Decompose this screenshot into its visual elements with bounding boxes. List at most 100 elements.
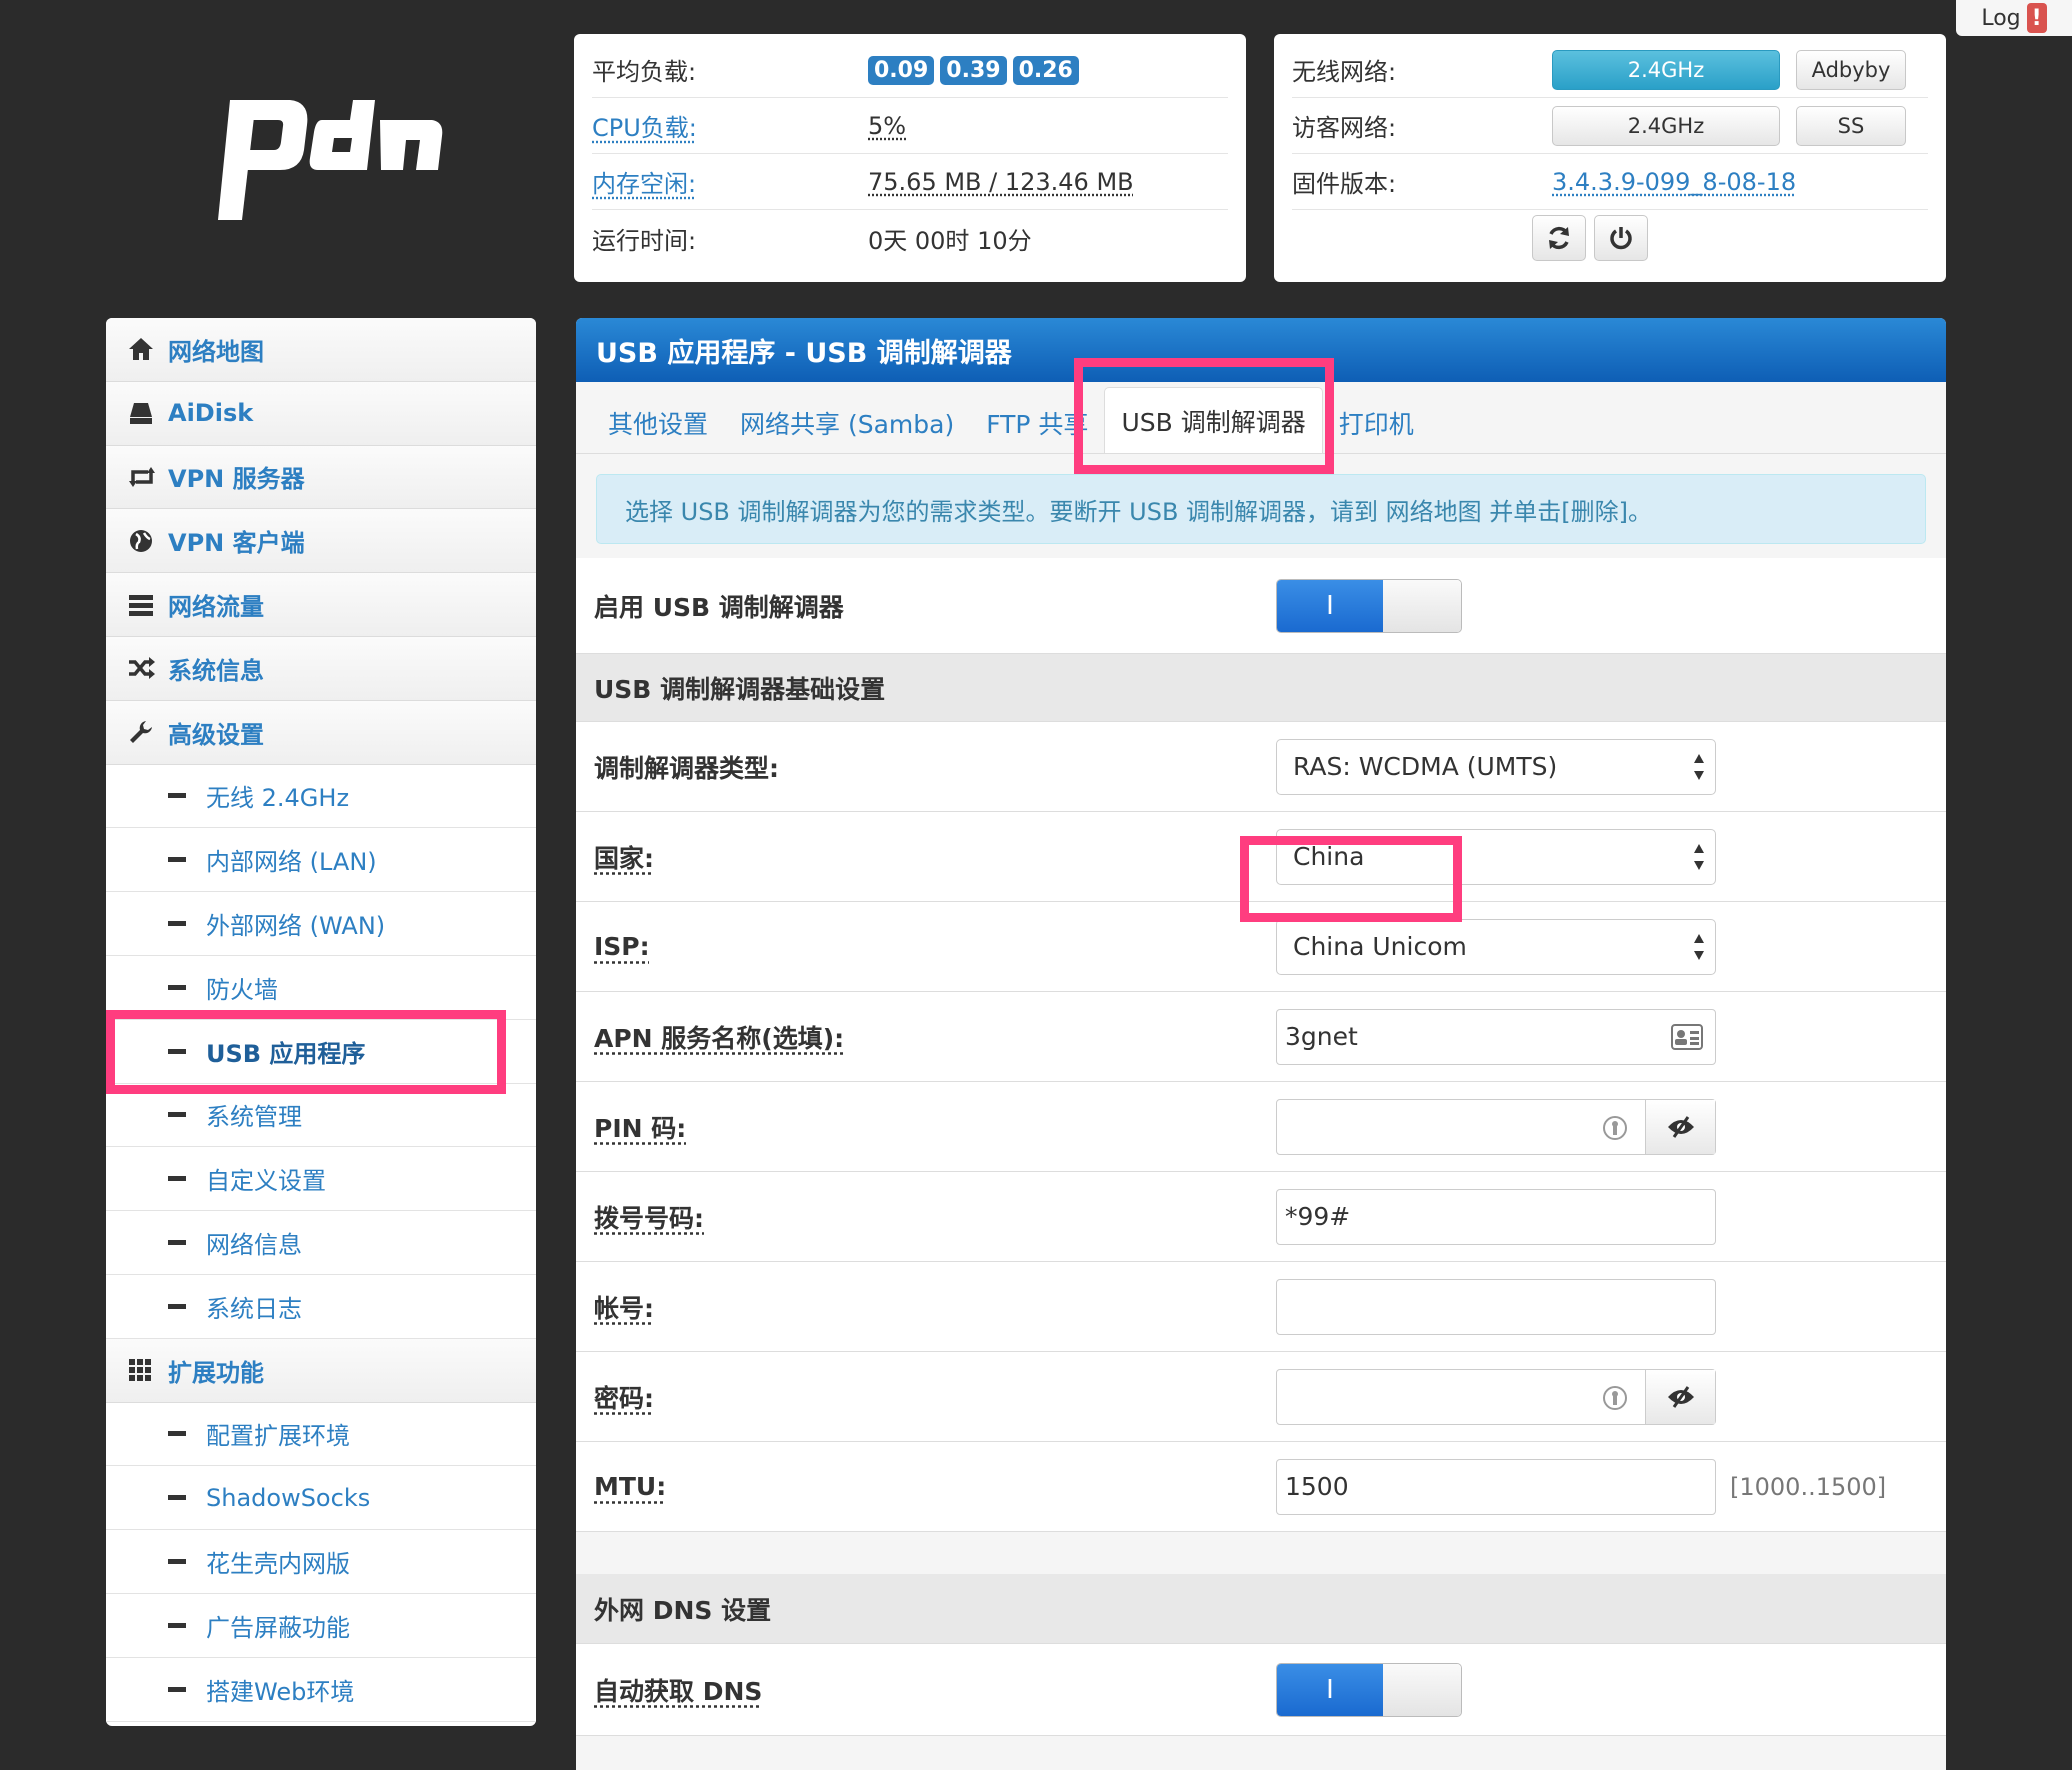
keychain-icon bbox=[1603, 1115, 1627, 1140]
sidebar-item-ext-env[interactable]: 配置扩展环境 bbox=[106, 1402, 536, 1467]
isp-row: ISP: China Unicom bbox=[576, 902, 1946, 992]
sidebar-item-traffic[interactable]: 网络流量 bbox=[106, 573, 536, 637]
refresh-icon bbox=[1549, 226, 1569, 250]
tasks-icon bbox=[129, 594, 153, 616]
account-input[interactable] bbox=[1276, 1278, 1716, 1335]
sidebar-item-label: 防火墙 bbox=[206, 975, 278, 1004]
eye-slash-icon bbox=[1667, 1115, 1694, 1138]
dial-row: 拨号号码: *99# bbox=[576, 1172, 1946, 1262]
auto-dns-toggle[interactable]: I bbox=[1276, 1662, 1462, 1717]
password-input[interactable] bbox=[1276, 1368, 1716, 1425]
tab-other-settings[interactable]: 其他设置 bbox=[592, 393, 724, 453]
tab-ftp[interactable]: FTP 共享 bbox=[970, 393, 1104, 453]
info-alert: 选择 USB 调制解调器为您的需求类型。要断开 USB 调制解调器，请到 网络地… bbox=[596, 474, 1926, 544]
ss-button[interactable]: SS bbox=[1796, 105, 1906, 146]
apn-value: 3gnet bbox=[1285, 1022, 1358, 1051]
tab-samba[interactable]: 网络共享 (Samba) bbox=[724, 393, 970, 453]
contact-card-icon bbox=[1671, 1023, 1703, 1050]
select-arrows-icon bbox=[1694, 933, 1704, 960]
country-select[interactable]: China bbox=[1276, 828, 1716, 885]
isp-select[interactable]: China Unicom bbox=[1276, 918, 1716, 975]
sidebar-item-admin[interactable]: 系统管理 bbox=[106, 1083, 536, 1148]
sidebar-item-advanced[interactable]: 高级设置 bbox=[106, 700, 536, 765]
sidebar-item-custom[interactable]: 自定义设置 bbox=[106, 1147, 536, 1212]
auto-dns-row: 自动获取 DNS I bbox=[576, 1644, 1946, 1736]
dash-icon bbox=[168, 1495, 186, 1501]
account-row: 帐号: bbox=[576, 1262, 1946, 1352]
load-15min-badge: 0.26 bbox=[1012, 55, 1079, 85]
page-title: USB 应用程序 - USB 调制解调器 bbox=[576, 318, 1946, 382]
dash-icon bbox=[168, 921, 186, 927]
sidebar-item-vpn-server[interactable]: VPN 服务器 bbox=[106, 445, 536, 510]
sidebar-item-syslog[interactable]: 系统日志 bbox=[106, 1274, 536, 1339]
sidebar-item-network-map[interactable]: 网络地图 bbox=[106, 318, 536, 382]
main-panel: USB 应用程序 - USB 调制解调器 其他设置 网络共享 (Samba) F… bbox=[576, 318, 1946, 1770]
country-label: 国家: bbox=[594, 843, 654, 873]
cpu-load-value: 5% bbox=[868, 111, 907, 140]
cpu-load-link[interactable]: CPU负载: bbox=[592, 108, 868, 143]
guest-label: 访客网络: bbox=[1292, 114, 1397, 142]
apn-input[interactable]: 3gnet bbox=[1276, 1008, 1716, 1065]
sidebar-item-netinfo[interactable]: 网络信息 bbox=[106, 1211, 536, 1275]
enable-modem-toggle[interactable]: I bbox=[1276, 578, 1462, 633]
sidebar-item-oray[interactable]: 花生壳内网版 bbox=[106, 1530, 536, 1594]
wireless-row: 无线网络: 2.4GHz Adbyby bbox=[1292, 42, 1928, 98]
dash-icon bbox=[168, 1240, 186, 1246]
dash-icon bbox=[168, 1431, 186, 1437]
memory-row: 内存空闲: 75.65 MB / 123.46 MB bbox=[592, 154, 1228, 210]
eye-slash-icon bbox=[1667, 1385, 1694, 1408]
dial-number-input[interactable]: *99# bbox=[1276, 1188, 1716, 1245]
shutdown-button[interactable] bbox=[1594, 215, 1648, 261]
sidebar-item-aidisk[interactable]: AiDisk bbox=[106, 381, 536, 446]
modem-type-row: 调制解调器类型: RAS: WCDMA (UMTS) bbox=[576, 722, 1946, 812]
sidebar-item-extensions[interactable]: 扩展功能 bbox=[106, 1338, 536, 1403]
log-button[interactable]: Log ! bbox=[1956, 0, 2072, 36]
adbyby-button[interactable]: Adbyby bbox=[1796, 49, 1906, 90]
sidebar-item-wireless-24[interactable]: 无线 2.4GHz bbox=[106, 764, 536, 829]
keychain-icon bbox=[1603, 1385, 1627, 1410]
sidebar-item-web-env[interactable]: 搭建Web环境 bbox=[106, 1657, 536, 1722]
pin-input[interactable] bbox=[1276, 1098, 1716, 1155]
sidebar-item-vpn-client[interactable]: VPN 客户端 bbox=[106, 509, 536, 574]
account-label: 帐号: bbox=[594, 1293, 654, 1323]
guest-2g-button[interactable]: 2.4GHz bbox=[1552, 105, 1780, 146]
firmware-version-link[interactable]: 3.4.3.9-099_8-08-18 bbox=[1552, 168, 1796, 196]
sidebar-item-shadowsocks[interactable]: ShadowSocks bbox=[106, 1466, 536, 1531]
reboot-button[interactable] bbox=[1532, 215, 1586, 261]
sidebar-item-adblock[interactable]: 广告屏蔽功能 bbox=[106, 1593, 536, 1658]
sidebar-item-label: 外部网络 (WAN) bbox=[206, 912, 386, 941]
hdd-icon bbox=[130, 403, 152, 425]
sidebar-item-lan[interactable]: 内部网络 (LAN) bbox=[106, 828, 536, 893]
network-status-panel: 无线网络: 2.4GHz Adbyby 访客网络: 2.4GHz SS 固件版本… bbox=[1274, 34, 1946, 282]
dial-label: 拨号号码: bbox=[594, 1203, 704, 1233]
sidebar-item-label: VPN 客户端 bbox=[168, 529, 305, 558]
sidebar-item-firewall[interactable]: 防火墙 bbox=[106, 955, 536, 1020]
modem-type-select[interactable]: RAS: WCDMA (UMTS) bbox=[1276, 738, 1716, 795]
mtu-input[interactable]: 1500 bbox=[1276, 1458, 1716, 1515]
sidebar-item-label: USB 应用程序 bbox=[206, 1039, 366, 1068]
select-arrows-icon bbox=[1694, 843, 1704, 870]
memory-free-link[interactable]: 内存空闲: bbox=[592, 164, 868, 199]
country-value: China bbox=[1293, 842, 1365, 871]
tab-printer[interactable]: 打印机 bbox=[1323, 393, 1430, 453]
power-icon bbox=[1610, 227, 1632, 250]
sidebar-item-wan[interactable]: 外部网络 (WAN) bbox=[106, 892, 536, 956]
mtu-value: 1500 bbox=[1285, 1472, 1349, 1501]
home-icon bbox=[129, 338, 153, 361]
dash-icon bbox=[168, 1559, 186, 1565]
load-1min-badge: 0.09 bbox=[868, 55, 935, 85]
toggle-off bbox=[1383, 1663, 1461, 1716]
sidebar-item-label: 广告屏蔽功能 bbox=[206, 1613, 350, 1642]
sidebar-item-label: 网络流量 bbox=[168, 593, 264, 622]
modem-type-label: 调制解调器类型: bbox=[594, 753, 779, 783]
toggle-on: I bbox=[1277, 579, 1383, 632]
password-show-button[interactable] bbox=[1645, 1369, 1715, 1424]
sidebar-item-usb-apps[interactable]: USB 应用程序 bbox=[106, 1019, 536, 1084]
firmware-label: 固件版本: bbox=[1292, 170, 1397, 198]
sidebar-item-system-info[interactable]: 系统信息 bbox=[106, 636, 536, 701]
pin-show-button[interactable] bbox=[1645, 1099, 1715, 1154]
wireless-2g-button[interactable]: 2.4GHz bbox=[1552, 49, 1780, 90]
mtu-range-hint: [1000..1500] bbox=[1730, 1472, 1887, 1501]
dial-number-value: *99# bbox=[1285, 1202, 1351, 1231]
tab-usb-modem[interactable]: USB 调制解调器 bbox=[1104, 387, 1323, 453]
